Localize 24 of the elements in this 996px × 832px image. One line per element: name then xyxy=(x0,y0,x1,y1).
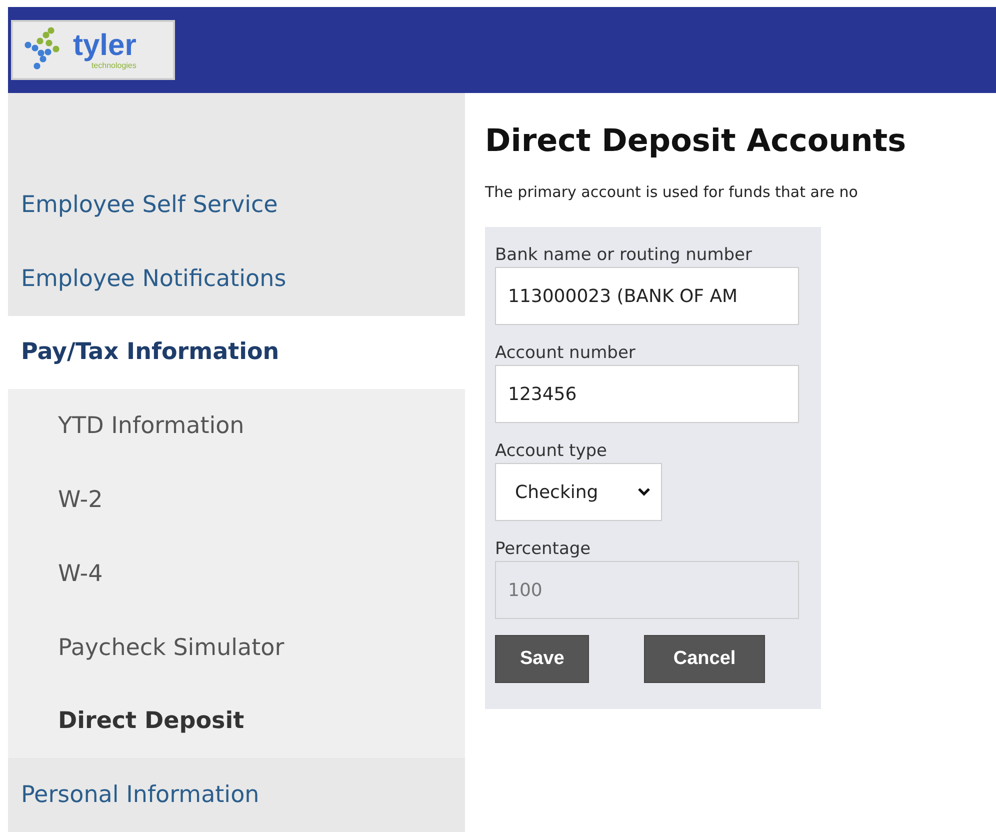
form-button[interactable]: Cancel xyxy=(644,635,765,683)
field-label: Percentage xyxy=(495,539,592,559)
sidebar-subitem[interactable]: YTD Information xyxy=(8,389,465,464)
chevron-down-icon xyxy=(637,487,651,497)
field-label: Account number xyxy=(495,343,636,363)
form-button[interactable]: Save xyxy=(495,635,590,683)
sidebar-item[interactable]: Personal Information xyxy=(8,758,465,832)
sidebar-item[interactable]: Employee Self Service xyxy=(8,168,465,242)
sidebar-subitem[interactable]: Direct Deposit xyxy=(8,684,465,758)
input-field[interactable]: 123456 xyxy=(495,365,799,423)
sidebar-item[interactable]: Pay/Tax Information xyxy=(8,316,465,390)
sidebar-item[interactable]: Employee Notifications xyxy=(8,242,465,316)
field-label: Bank name or routing number xyxy=(495,245,754,265)
description-text: The primary account is used for funds that are no xyxy=(485,183,859,201)
sidebar-subitem[interactable]: Paycheck Simulator xyxy=(8,610,465,684)
logo-wordmark: tyler xyxy=(73,30,136,60)
sidebar-subitem[interactable]: W-4 xyxy=(8,536,465,611)
logo[interactable]: tyler technologies xyxy=(11,20,175,80)
input-field[interactable]: 113000023 (BANK OF AM xyxy=(495,267,799,325)
logo-tagline: technologies xyxy=(91,62,136,70)
dropdown[interactable]: Checking xyxy=(495,463,662,521)
sidebar-subitem[interactable]: W-2 xyxy=(8,463,465,537)
page-title: Direct Deposit Accounts xyxy=(485,123,906,159)
field-label: Account type xyxy=(495,441,608,461)
